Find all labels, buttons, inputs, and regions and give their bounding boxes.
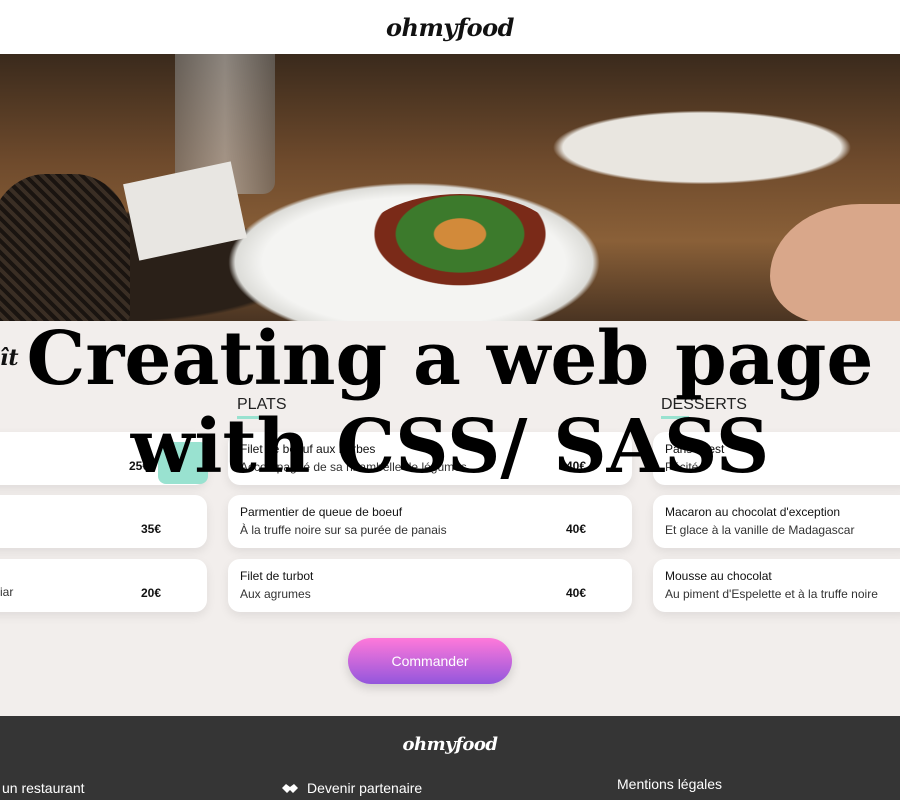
column-title-desserts: DESSERTS	[661, 396, 747, 419]
menu-item-plat-3[interactable]: Filet de turbot Aux agrumes 40€	[228, 559, 632, 612]
item-name: Macaron au chocolat d'exception	[665, 505, 841, 519]
brand-logo[interactable]: ohmyfood	[386, 13, 514, 42]
menu-item-entree-2[interactable]: 35€	[0, 495, 207, 548]
hero-image	[0, 54, 900, 321]
menu-item-dessert-2[interactable]: Macaron au chocolat d'exception Et glace…	[653, 495, 900, 548]
handshake-icon	[282, 784, 298, 793]
footer-link-partner-label: Devenir partenaire	[307, 780, 423, 796]
top-header: ohmyfood	[0, 0, 900, 54]
item-price: 20€	[140, 586, 161, 600]
item-name: Paris-Brest	[665, 442, 725, 456]
menu-item-dessert-3[interactable]: Mousse au chocolat Au piment d'Espelette…	[653, 559, 900, 612]
hand-decoration	[770, 204, 900, 321]
item-name: Parmentier de queue de boeuf	[240, 505, 403, 519]
plated-dish-decoration	[360, 194, 560, 294]
cut-off-heading: ît	[0, 345, 19, 371]
column-title-desserts-label: DESSERTS	[661, 396, 747, 413]
footer-brand-logo[interactable]: ohmyfood	[0, 734, 900, 755]
menu-item-entree-3[interactable]: iar 20€	[0, 559, 207, 612]
footer-link-restaurant[interactable]: un restaurant	[2, 780, 85, 796]
column-title-plats: PLATS	[237, 396, 287, 419]
item-description: Aux agrumes	[240, 587, 311, 601]
footer-link-legal[interactable]: Mentions légales	[617, 776, 722, 792]
footer-link-partner[interactable]: Devenir partenaire	[281, 780, 422, 796]
item-description: Pécité	[665, 460, 699, 474]
checkmark-indicator	[158, 442, 208, 484]
item-price: 40€	[565, 586, 586, 600]
item-description: Au piment d'Espelette et à la truffe noi…	[665, 587, 878, 601]
item-name: Mousse au chocolat	[665, 569, 772, 583]
table-card-decoration	[123, 161, 247, 261]
column-title-plats-label: PLATS	[237, 396, 287, 413]
menu-item-plat-1[interactable]: Filet de boeuf aux herbes Accompagné de …	[228, 432, 632, 485]
item-description: Et glace à la vanille de Madagascar	[665, 523, 855, 537]
menu-item-plat-2[interactable]: Parmentier de queue de boeuf À la truffe…	[228, 495, 632, 548]
item-name: Filet de boeuf aux herbes	[240, 442, 376, 456]
title-line-1: Creating a web page	[26, 316, 874, 402]
menu-item-dessert-1[interactable]: Paris-Brest Pécité	[653, 432, 900, 485]
bread-basket-decoration	[0, 174, 130, 321]
footer: ohmyfood un restaurant Devenir partenair…	[0, 716, 900, 800]
order-button[interactable]: Commander	[348, 638, 512, 684]
item-price: 40€	[565, 522, 586, 536]
item-name: Filet de turbot	[240, 569, 314, 583]
item-price: 40€	[565, 459, 586, 473]
item-description: iar	[0, 585, 14, 599]
item-description: À la truffe noire sur sa purée de panais	[240, 523, 447, 537]
item-price: 25€	[128, 459, 149, 473]
item-price: 35€	[140, 522, 161, 536]
title-underline	[661, 416, 689, 419]
item-description: Accompagné de sa ribambelle de légumes	[240, 460, 467, 474]
title-underline	[237, 416, 265, 419]
